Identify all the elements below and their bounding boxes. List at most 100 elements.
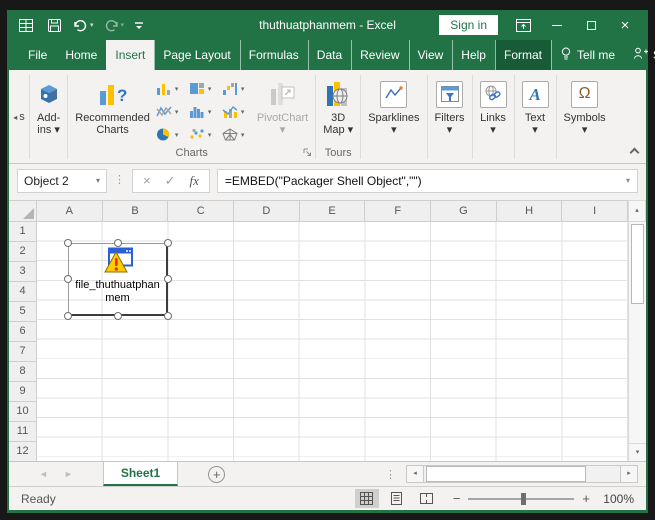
horizontal-scrollbar-thumb[interactable]: [426, 466, 586, 482]
tab-help[interactable]: Help: [452, 40, 495, 70]
sheet-tab-sheet1[interactable]: Sheet1: [102, 462, 179, 486]
cells-area[interactable]: file_thuthuatphan mem: [37, 222, 628, 461]
resize-handle[interactable]: [64, 312, 72, 320]
tab-insert[interactable]: Insert: [106, 40, 155, 70]
insert-scatter-chart-button[interactable]: ▾: [187, 123, 220, 146]
column-header-g[interactable]: G: [431, 200, 497, 222]
horizontal-scroll-left-button[interactable]: ◂: [406, 465, 424, 483]
insert-radar-chart-button[interactable]: ▾: [220, 123, 253, 146]
select-all-button[interactable]: [9, 200, 37, 222]
tab-page-layout[interactable]: Page Layout: [154, 40, 239, 70]
charts-dialog-launcher[interactable]: [303, 147, 312, 161]
maximize-button[interactable]: [582, 15, 600, 35]
tab-home[interactable]: Home: [56, 40, 106, 70]
zoom-level-label[interactable]: 100%: [598, 492, 634, 506]
tab-formulas[interactable]: Formulas: [240, 40, 308, 70]
resize-handle[interactable]: [113, 312, 122, 320]
save-icon[interactable]: [45, 15, 63, 35]
vertical-scrollbar-thumb[interactable]: [631, 224, 644, 304]
zoom-slider[interactable]: [468, 492, 575, 505]
tab-file[interactable]: File: [19, 40, 56, 70]
insert-combo-chart-button[interactable]: ▾: [220, 100, 253, 123]
text-button[interactable]: A Text ▾: [518, 74, 553, 138]
row-header[interactable]: 4: [9, 282, 37, 302]
column-header-a[interactable]: A: [37, 200, 103, 222]
horizontal-scrollbar[interactable]: ◂ ▸: [406, 465, 638, 483]
customize-quick-access-toolbar-button[interactable]: [134, 20, 144, 31]
tab-review[interactable]: Review: [351, 40, 408, 70]
ribbon-scroll-left-icon[interactable]: ◂: [13, 113, 17, 122]
add-ins-button[interactable]: Add- ins ▾: [33, 74, 64, 138]
row-header[interactable]: 2: [9, 242, 37, 262]
sign-in-button[interactable]: Sign in: [439, 15, 498, 35]
row-header[interactable]: 10: [9, 402, 37, 422]
app-icon[interactable]: [17, 15, 35, 35]
row-header[interactable]: 1: [9, 222, 37, 242]
column-header-d[interactable]: D: [234, 200, 300, 222]
tab-view[interactable]: View: [409, 40, 453, 70]
column-header-b[interactable]: B: [102, 200, 169, 222]
links-button[interactable]: Links ▾: [476, 74, 511, 138]
insert-function-button[interactable]: fx: [190, 173, 199, 189]
filters-button[interactable]: Filters ▾: [431, 74, 469, 138]
collapse-ribbon-button[interactable]: [629, 147, 640, 158]
column-header-h[interactable]: H: [496, 200, 563, 222]
undo-dropdown-icon[interactable]: ▾: [90, 21, 94, 29]
symbols-button[interactable]: Ω Symbols ▾: [560, 74, 610, 138]
zoom-slider-thumb[interactable]: [521, 492, 527, 505]
row-header[interactable]: 8: [9, 362, 37, 382]
resize-handle[interactable]: [64, 275, 72, 283]
row-header[interactable]: 11: [9, 422, 37, 442]
sparklines-button[interactable]: Sparklines ▾: [364, 74, 423, 138]
formula-bar-splitter[interactable]: ⋮: [114, 175, 125, 186]
row-header[interactable]: 5: [9, 302, 37, 322]
name-box-dropdown-icon[interactable]: ▾: [96, 176, 100, 185]
page-layout-view-button[interactable]: [385, 489, 409, 508]
ribbon-overflow-strip[interactable]: ◂ s: [9, 71, 29, 163]
resize-handle[interactable]: [113, 239, 122, 247]
resize-handle[interactable]: [164, 312, 172, 320]
row-header[interactable]: 7: [9, 342, 37, 362]
row-header[interactable]: 6: [9, 322, 37, 342]
zoom-in-button[interactable]: +: [582, 491, 590, 506]
insert-histogram-chart-button[interactable]: ▾: [187, 100, 220, 123]
insert-hierarchy-chart-button[interactable]: ▾: [187, 77, 220, 100]
formula-bar-expand-icon[interactable]: ▾: [626, 176, 630, 185]
minimize-button[interactable]: [548, 15, 566, 35]
column-header-f[interactable]: F: [365, 200, 432, 222]
tab-tell-me[interactable]: Tell me: [551, 40, 624, 70]
resize-handle[interactable]: [164, 275, 172, 283]
row-header[interactable]: 3: [9, 262, 37, 282]
name-box[interactable]: Object 2 ▾: [17, 168, 107, 193]
formula-input[interactable]: =EMBED("Packager Shell Object","") ▾: [216, 168, 638, 193]
ribbon-display-options-icon[interactable]: [514, 15, 532, 35]
vertical-scrollbar[interactable]: ▾: [628, 222, 646, 461]
row-header[interactable]: 9: [9, 382, 37, 402]
zoom-out-button[interactable]: −: [453, 491, 461, 506]
close-button[interactable]: ×: [616, 15, 634, 35]
column-header-c[interactable]: C: [168, 200, 235, 222]
sheet-nav-left-icon[interactable]: ◄: [31, 462, 56, 486]
tab-format[interactable]: Format: [494, 40, 551, 70]
insert-pie-chart-button[interactable]: ▾: [154, 123, 187, 146]
vertical-scroll-up-button[interactable]: ▴: [628, 200, 647, 222]
page-break-preview-button[interactable]: [415, 489, 439, 508]
share-button[interactable]: Share: [624, 40, 655, 70]
tab-data[interactable]: Data: [308, 40, 351, 70]
column-header-e[interactable]: E: [299, 200, 366, 222]
horizontal-scroll-right-button[interactable]: ▸: [620, 465, 638, 483]
sheet-nav-right-icon[interactable]: ►: [56, 462, 81, 486]
vertical-scroll-down-button[interactable]: ▾: [629, 443, 646, 461]
row-header[interactable]: 12: [9, 442, 37, 461]
resize-handle[interactable]: [64, 239, 72, 247]
add-sheet-button[interactable]: +: [208, 465, 226, 483]
undo-button[interactable]: ▾: [73, 19, 94, 32]
column-header-i[interactable]: I: [562, 200, 629, 222]
3d-map-button[interactable]: 3D Map ▾: [319, 74, 357, 138]
normal-view-button[interactable]: [354, 489, 379, 508]
insert-waterfall-chart-button[interactable]: ▾: [220, 77, 253, 100]
insert-line-chart-button[interactable]: ▾: [154, 100, 187, 123]
tab-strip-splitter[interactable]: ⋮: [385, 468, 396, 481]
recommended-charts-button[interactable]: ? Recommended Charts: [71, 74, 154, 138]
resize-handle[interactable]: [164, 239, 172, 247]
